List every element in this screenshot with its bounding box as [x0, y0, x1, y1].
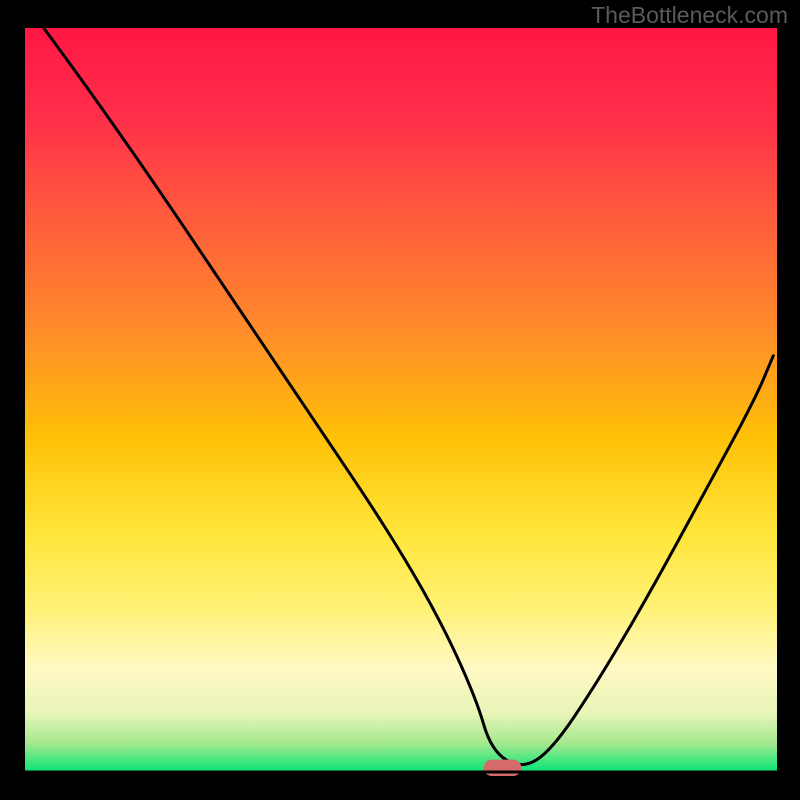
bottleneck-chart	[0, 0, 800, 800]
plot-area	[25, 28, 777, 773]
optimal-marker	[484, 760, 522, 776]
watermark-text: TheBottleneck.com	[591, 2, 788, 29]
chart-container: TheBottleneck.com	[0, 0, 800, 800]
